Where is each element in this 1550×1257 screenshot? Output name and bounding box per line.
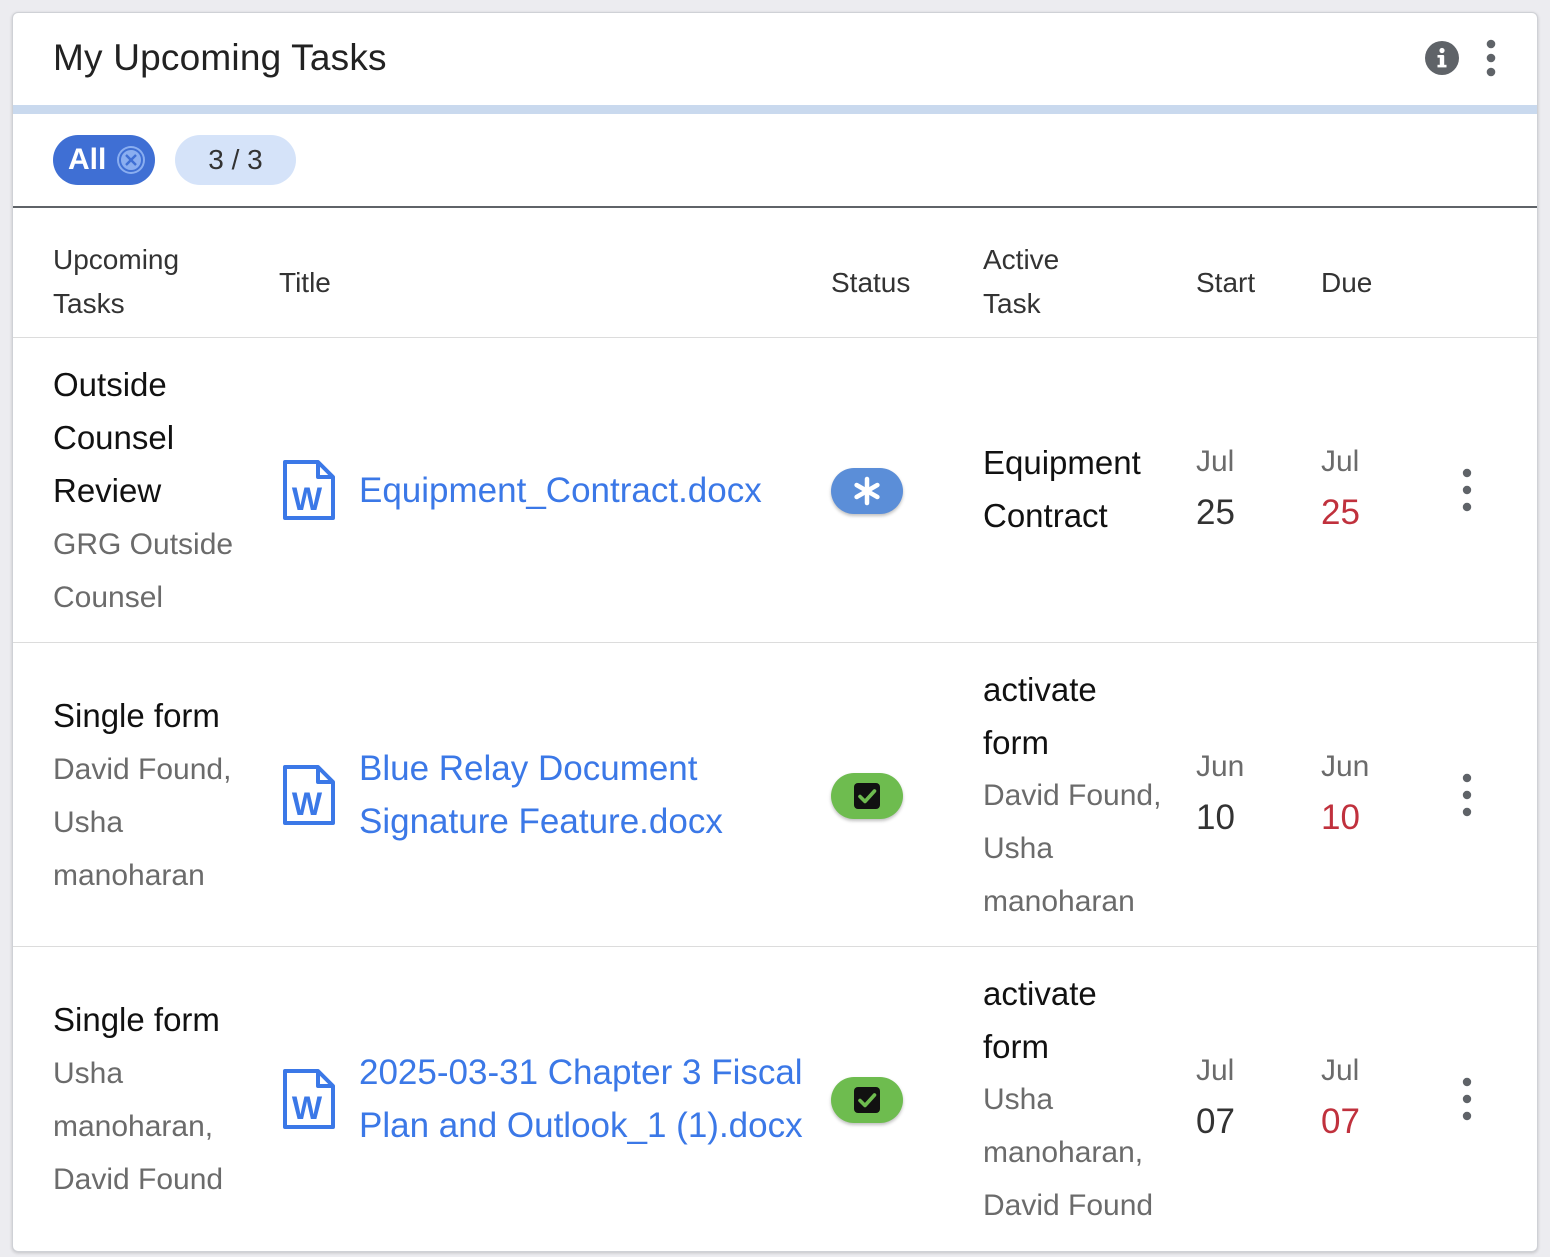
svg-text:W: W: [292, 481, 323, 517]
active-task-assignees: David Found, Usha manoharan: [983, 779, 1162, 918]
table-row[interactable]: Outside Counsel Review GRG Outside Couns…: [13, 338, 1537, 643]
task-assignees: Usha manoharan, David Found: [53, 1057, 224, 1196]
due-day: 07: [1321, 1102, 1360, 1141]
task-assignees: GRG Outside Counsel: [53, 528, 234, 614]
row-more-vertical-icon[interactable]: [1455, 468, 1479, 512]
table-row[interactable]: Single form David Found, Usha manoharan …: [13, 643, 1537, 947]
col-active-task[interactable]: Active Task: [983, 238, 1059, 326]
filter-chip-label: All: [68, 143, 107, 176]
svg-text:W: W: [292, 786, 323, 822]
active-task-name: activate form: [983, 671, 1097, 761]
col-start[interactable]: Start: [1196, 261, 1255, 305]
table-header: Upcoming Tasks Title Status Active Task …: [13, 208, 1537, 338]
due-month: Jul: [1321, 445, 1360, 478]
filter-chip-all[interactable]: All: [53, 135, 155, 185]
due-month: Jul: [1321, 1054, 1360, 1087]
active-task-name: Equipment Contract: [983, 444, 1141, 534]
widget-title: My Upcoming Tasks: [53, 37, 387, 78]
checkbox-checked-icon: [854, 783, 880, 809]
word-document-icon: W: [283, 460, 335, 520]
row-more-vertical-icon[interactable]: [1455, 1077, 1479, 1121]
start-day: 25: [1196, 493, 1235, 532]
col-status[interactable]: Status: [831, 261, 910, 305]
word-document-icon: W: [283, 765, 335, 825]
row-more-vertical-icon[interactable]: [1455, 773, 1479, 817]
due-day: 25: [1321, 493, 1360, 532]
word-document-icon: W: [283, 1069, 335, 1129]
status-badge[interactable]: [831, 1077, 903, 1123]
table-row[interactable]: Single form Usha manoharan, David Found …: [13, 947, 1537, 1251]
asterisk-icon: [854, 476, 880, 506]
document-link[interactable]: Equipment_Contract.docx: [359, 464, 762, 517]
due-month: Jun: [1321, 750, 1370, 783]
start-month: Jun: [1196, 750, 1245, 783]
start-month: Jul: [1196, 445, 1235, 478]
document-link[interactable]: Blue Relay Document Signature Feature.do…: [359, 742, 723, 848]
filter-bar: All 3 / 3: [13, 114, 1537, 208]
svg-text:W: W: [292, 1090, 323, 1126]
active-task-name: activate form: [983, 975, 1097, 1065]
due-day: 10: [1321, 798, 1360, 837]
col-title[interactable]: Title: [279, 261, 331, 305]
close-circle-icon[interactable]: [115, 144, 147, 176]
task-assignees: David Found, Usha manoharan: [53, 753, 232, 892]
start-day: 07: [1196, 1102, 1235, 1141]
upcoming-tasks-widget: My Upcoming Tasks All 3 / 3 Upcoming Tas…: [12, 12, 1538, 1252]
task-name: Outside Counsel Review: [53, 366, 175, 509]
more-vertical-icon[interactable]: [1478, 39, 1504, 77]
start-day: 10: [1196, 798, 1235, 837]
header-divider: [13, 105, 1537, 114]
task-name: Single form: [53, 1001, 220, 1038]
result-count-chip: 3 / 3: [175, 135, 296, 185]
widget-header: My Upcoming Tasks: [13, 13, 1537, 105]
start-month: Jul: [1196, 1054, 1235, 1087]
status-badge[interactable]: [831, 468, 903, 514]
col-upcoming-tasks[interactable]: Upcoming Tasks: [53, 238, 179, 326]
document-link[interactable]: 2025-03-31 Chapter 3 Fiscal Plan and Out…: [359, 1046, 803, 1152]
status-badge[interactable]: [831, 773, 903, 819]
task-name: Single form: [53, 697, 220, 734]
info-circle-icon[interactable]: [1425, 41, 1459, 75]
col-due[interactable]: Due: [1321, 261, 1372, 305]
checkbox-checked-icon: [854, 1087, 880, 1113]
active-task-assignees: Usha manoharan, David Found: [983, 1083, 1154, 1222]
